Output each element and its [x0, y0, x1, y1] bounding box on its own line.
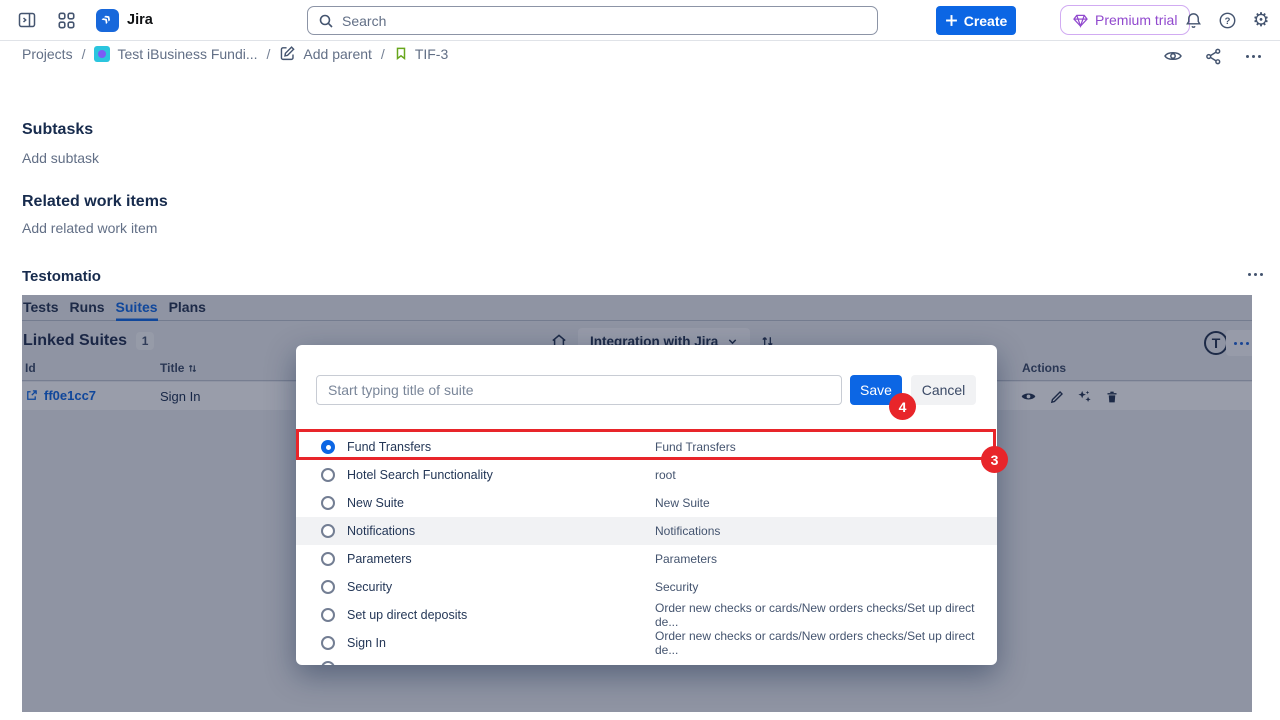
add-related-item-link[interactable]: Add related work item — [22, 220, 157, 236]
help-icon[interactable]: ? — [1214, 7, 1240, 33]
issue-key-label: TIF-3 — [415, 46, 448, 62]
breadcrumb-separator: / — [381, 46, 385, 62]
suite-name: New Suite — [347, 496, 404, 510]
notifications-bell-icon[interactable] — [1180, 7, 1206, 33]
suite-path: Notifications — [655, 524, 720, 538]
add-subtask-link[interactable]: Add subtask — [22, 150, 99, 166]
add-parent-label: Add parent — [303, 46, 372, 62]
testomatio-more-icon[interactable] — [1248, 266, 1263, 282]
subtasks-heading: Subtasks — [22, 121, 93, 139]
cancel-button[interactable]: Cancel — [911, 375, 976, 405]
suite-option[interactable]: Notifications Notifications — [296, 517, 997, 545]
breadcrumb-row: Projects / Test iBusiness Fundi... / Add… — [0, 41, 1280, 69]
radio-button[interactable] — [321, 580, 335, 594]
suite-path: Parameters — [655, 552, 717, 566]
suite-option[interactable]: Sign In Order new checks or cards/New ord… — [296, 629, 997, 657]
gem-icon — [1073, 13, 1088, 28]
project-avatar — [94, 46, 110, 62]
suite-name: Hotel Search Functionality — [347, 468, 493, 482]
suite-list: Fund Transfers Fund Transfers Hotel Search… — [296, 433, 997, 657]
sidebar-toggle-icon[interactable] — [14, 7, 40, 33]
radio-button[interactable] — [321, 552, 335, 566]
top-navbar: » Jira Create Premium trial ? ⚙ — [0, 0, 1280, 41]
plus-icon — [945, 14, 958, 27]
breadcrumb-issue-key[interactable]: TIF-3 — [394, 46, 448, 62]
breadcrumb-separator: / — [82, 46, 86, 62]
suite-option[interactable]: Fund Transfers Fund Transfers — [296, 433, 997, 461]
breadcrumb-project[interactable]: Test iBusiness Fundi... — [94, 46, 257, 62]
more-actions-icon[interactable] — [1240, 43, 1266, 69]
premium-trial-label: Premium trial — [1095, 12, 1177, 28]
create-button-label: Create — [964, 13, 1008, 29]
radio-button[interactable] — [321, 468, 335, 482]
suite-path: Order new checks or cards/New orders che… — [655, 601, 997, 629]
suite-path: root — [655, 468, 676, 482]
premium-trial-button[interactable]: Premium trial — [1060, 5, 1190, 35]
suite-option[interactable]: Parameters Parameters — [296, 545, 997, 573]
breadcrumb: Projects / Test iBusiness Fundi... / Add… — [22, 45, 448, 62]
suite-title-input[interactable] — [316, 375, 842, 405]
radio-button[interactable] — [321, 440, 335, 454]
subtask-bookmark-icon — [394, 46, 408, 61]
settings-gear-icon[interactable]: ⚙ — [1248, 7, 1274, 33]
jira-home-link[interactable]: » Jira — [96, 9, 153, 32]
suite-name: Fund Transfers — [347, 440, 431, 454]
radio-button[interactable] — [321, 524, 335, 538]
suite-path: New Suite — [655, 496, 710, 510]
suite-option[interactable]: New Suite New Suite — [296, 489, 997, 517]
suite-option[interactable]: Hotel Search Functionality root — [296, 461, 997, 489]
radio-button[interactable] — [321, 608, 335, 622]
app-switcher-icon[interactable] — [53, 7, 79, 33]
breadcrumb-project-label: Test iBusiness Fundi... — [117, 46, 257, 62]
suite-path: Security — [655, 580, 698, 594]
radio-button[interactable] — [321, 661, 335, 665]
save-button[interactable]: Save — [850, 375, 902, 405]
suite-name: Notifications — [347, 524, 415, 538]
suite-option[interactable]: Set up direct deposits Order new checks o… — [296, 601, 997, 629]
related-items-heading: Related work items — [22, 193, 168, 211]
suite-path: Order new checks or cards/New orders che… — [655, 629, 997, 657]
suite-name: Set up direct deposits — [347, 608, 467, 622]
global-search[interactable] — [307, 6, 878, 35]
suite-option[interactable]: Security Security — [296, 573, 997, 601]
svg-text:?: ? — [1224, 15, 1230, 26]
jira-logo-icon: » — [96, 9, 119, 32]
suite-name: Security — [347, 580, 392, 594]
edit-icon — [279, 45, 296, 62]
suite-name: Parameters — [347, 552, 412, 566]
share-icon[interactable] — [1200, 43, 1226, 69]
link-suite-modal: Save Cancel Fund TransfersFund Transfers… — [296, 345, 997, 665]
radio-button[interactable] — [321, 496, 335, 510]
search-input[interactable] — [342, 13, 867, 29]
watch-eye-icon[interactable] — [1160, 43, 1186, 69]
suite-path: Fund Transfers — [655, 440, 736, 454]
app-name: Jira — [127, 12, 153, 28]
breadcrumb-add-parent[interactable]: Add parent — [279, 45, 372, 62]
testomatio-heading: Testomatio — [22, 268, 101, 285]
search-icon — [318, 13, 334, 29]
breadcrumb-separator: / — [267, 46, 271, 62]
create-button[interactable]: Create — [936, 6, 1016, 35]
breadcrumb-projects[interactable]: Projects — [22, 46, 73, 62]
suite-name: Sign In — [347, 636, 386, 650]
radio-button[interactable] — [321, 636, 335, 650]
